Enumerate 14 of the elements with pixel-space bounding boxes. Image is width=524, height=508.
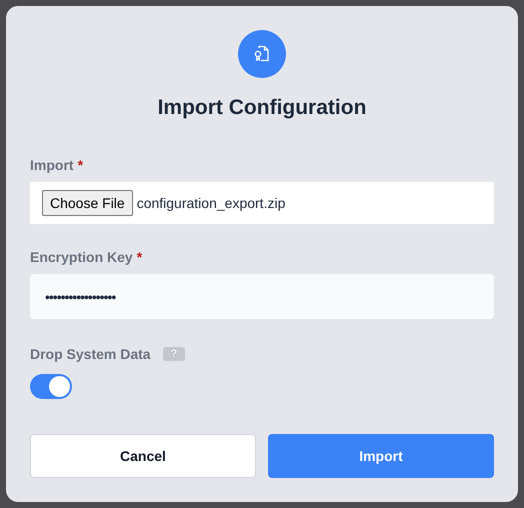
file-input[interactable]: Choose File configuration_export.zip bbox=[30, 182, 494, 224]
field-label: Drop System Data bbox=[30, 346, 151, 362]
field-label: Import bbox=[30, 157, 74, 173]
choose-file-button[interactable]: Choose File bbox=[42, 190, 133, 216]
toggle-switch[interactable] bbox=[30, 374, 72, 399]
certificate-file-icon bbox=[238, 30, 286, 78]
required-mark: * bbox=[136, 249, 142, 265]
required-mark: * bbox=[78, 157, 84, 173]
encryption-key-field[interactable]: •••••••••••••••••• bbox=[30, 274, 494, 319]
cancel-button[interactable]: Cancel bbox=[30, 434, 256, 478]
import-button[interactable]: Import bbox=[268, 434, 494, 478]
field-label: Encryption Key bbox=[30, 249, 133, 265]
file-name: configuration_export.zip bbox=[136, 195, 286, 211]
dialog-title: Import Configuration bbox=[156, 96, 368, 120]
